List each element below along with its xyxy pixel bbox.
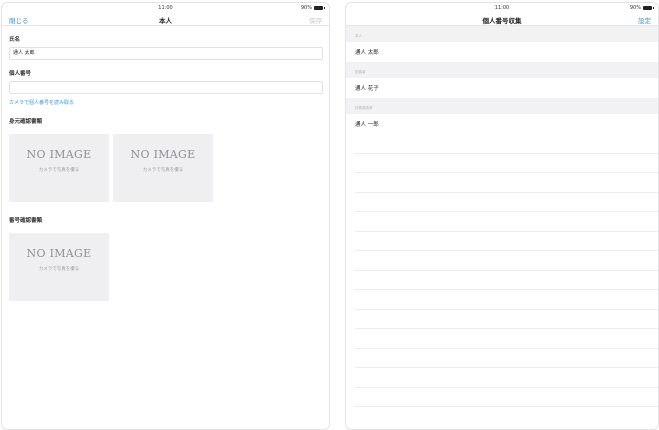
number-doc-photo-slot[interactable]: NO IMAGE カメラで写真を撮る [9, 233, 109, 301]
no-image-text: NO IMAGE [26, 148, 92, 161]
empty-rows [346, 134, 658, 407]
take-photo-label: カメラで写真を撮る [38, 267, 80, 272]
empty-row [355, 173, 658, 193]
take-photo-label: カメラで写真を撮る [142, 168, 184, 173]
empty-row [355, 388, 658, 407]
status-time: 11:00 [158, 5, 173, 11]
number-label: 個人番号 [9, 71, 32, 77]
page-title: 個人番号収集 [482, 17, 522, 25]
number-collection-screen: 11:00 90% 個人番号収集 設定 本人 通人 太郎 配偶者 通人 花子 扶… [345, 2, 659, 430]
empty-row [355, 154, 658, 173]
list-item-name: 通人 一郎 [355, 122, 379, 128]
group-header: 本人 [346, 26, 658, 42]
list-item-name: 通人 花子 [355, 86, 379, 92]
name-label: 氏名 [9, 37, 21, 43]
list-item-name: 通人 太郎 [355, 50, 379, 56]
empty-row [355, 212, 658, 232]
id-docs-label: 身元確認書類 [9, 119, 43, 125]
number-docs-list: NO IMAGE カメラで写真を撮る [9, 233, 323, 301]
battery-indicator: 90% [629, 5, 654, 11]
battery-icon [643, 6, 654, 10]
nav-bar: 個人番号収集 設定 [346, 12, 658, 26]
battery-indicator: 90% [300, 5, 325, 11]
number-docs-label: 番号確認書類 [9, 218, 43, 224]
person-list: 本人 通人 太郎 配偶者 通人 花子 扶養親族等 通人 一郎 [346, 26, 658, 407]
person-detail-screen: 11:00 90% 閉じる 本人 保存 氏名 通人 太郎 個人番号 カメラで個人… [1, 2, 330, 430]
battery-icon [314, 6, 325, 10]
list-item[interactable]: 通人 花子 [346, 78, 658, 98]
group-header-label: 扶養親族等 [355, 106, 373, 110]
camera-scan-number-link[interactable]: カメラで個人番号を読み取る [9, 99, 323, 106]
empty-row [355, 349, 658, 368]
status-bar: 11:00 90% [2, 3, 329, 12]
group-header-label: 配偶者 [355, 70, 366, 74]
name-field[interactable]: 通人 太郎 [9, 47, 323, 60]
number-field[interactable] [9, 81, 323, 94]
empty-row [355, 193, 658, 212]
id-doc-photo-slot[interactable]: NO IMAGE カメラで写真を撮る [9, 134, 109, 202]
settings-button[interactable]: 設定 [638, 15, 651, 25]
person-form: 氏名 通人 太郎 個人番号 カメラで個人番号を読み取る 身元確認書類 NO IM… [2, 35, 329, 301]
group-header: 配偶者 [346, 62, 658, 78]
empty-row [355, 251, 658, 271]
save-button[interactable]: 保存 [309, 15, 322, 25]
battery-percent: 90% [300, 5, 312, 11]
no-image-text: NO IMAGE [26, 247, 92, 260]
empty-row [355, 290, 658, 310]
battery-percent: 90% [629, 5, 641, 11]
status-bar: 11:00 90% [346, 3, 658, 12]
list-item[interactable]: 通人 太郎 [346, 42, 658, 62]
status-time: 11:00 [494, 5, 510, 11]
page-title: 本人 [159, 17, 172, 25]
screen-pair: 11:00 90% 閉じる 本人 保存 氏名 通人 太郎 個人番号 カメラで個人… [0, 0, 659, 430]
empty-row [355, 329, 658, 349]
empty-row [355, 310, 658, 329]
list-item[interactable]: 通人 一郎 [346, 114, 658, 134]
group-header-label: 本人 [355, 34, 362, 38]
id-docs-list: NO IMAGE カメラで写真を撮る NO IMAGE カメラで写真を撮る [9, 134, 323, 202]
empty-row [355, 134, 658, 154]
empty-row [355, 368, 658, 388]
empty-row [355, 271, 658, 290]
nav-bar: 閉じる 本人 保存 [2, 12, 329, 26]
empty-row [355, 232, 658, 251]
no-image-text: NO IMAGE [130, 148, 196, 161]
id-doc-photo-slot[interactable]: NO IMAGE カメラで写真を撮る [113, 134, 213, 202]
take-photo-label: カメラで写真を撮る [38, 168, 80, 173]
group-header: 扶養親族等 [346, 98, 658, 114]
